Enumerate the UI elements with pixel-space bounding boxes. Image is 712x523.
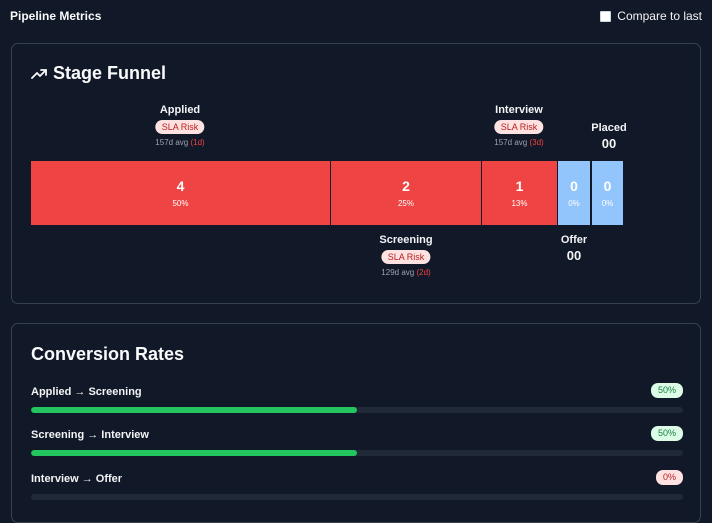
stage-label-interview: Interview SLA Risk 157d avg (3d): [494, 104, 543, 147]
funnel-segment-interview[interactable]: 1 13%: [482, 161, 557, 225]
page-title: Pipeline Metrics: [10, 9, 102, 23]
conversion-row: Applied → Screening 50%: [31, 383, 683, 413]
trending-up-icon: [31, 68, 47, 79]
conversion-rates-card: Conversion Rates Applied → Screening 50%…: [11, 323, 701, 523]
funnel-segment-offer[interactable]: 0 0%: [558, 161, 590, 225]
conversion-row: Screening → Interview 50%: [31, 426, 683, 456]
stage-label-placed: Placed 00: [591, 122, 626, 151]
conversion-progress-track: [31, 450, 683, 456]
stage-funnel-card: Stage Funnel Applied SLA Risk 157d avg (…: [11, 43, 701, 304]
avg-text: 157d avg: [155, 138, 189, 147]
segment-percent: 13%: [511, 199, 528, 208]
conversion-rates-title: Conversion Rates: [31, 344, 185, 364]
conversion-rate-badge: 50%: [650, 426, 683, 441]
stage-name: Applied: [159, 104, 201, 116]
conversion-label: Applied → Screening: [31, 386, 142, 398]
sla-risk-badge: SLA Risk: [155, 120, 205, 134]
segment-count: 0: [603, 178, 612, 194]
conversion-progress-track: [31, 407, 683, 413]
stage-funnel-title-text: Stage Funnel: [53, 63, 167, 83]
stage-name: Placed: [591, 122, 627, 134]
compare-label: Compare to last: [617, 9, 702, 23]
stage-name: Interview: [495, 104, 543, 116]
stage-name: Screening: [379, 234, 433, 246]
conversion-rate-badge: 50%: [650, 383, 683, 398]
funnel-segment-screening[interactable]: 2 25%: [331, 161, 481, 225]
segment-count: 0: [570, 178, 578, 194]
conversion-rate-badge: 0%: [655, 470, 683, 485]
late-text: (3d): [529, 138, 544, 147]
compare-checkbox[interactable]: [600, 10, 612, 22]
sla-risk-badge: SLA Risk: [494, 120, 544, 134]
conversion-row: Interview → Offer 0%: [31, 470, 683, 500]
segment-percent: 25%: [397, 199, 414, 208]
conversion-progress-fill: [31, 407, 357, 413]
stage-label-offer: Offer 00: [561, 234, 587, 263]
stage-label-screening: Screening SLA Risk 129d avg (2d): [379, 234, 432, 277]
segment-count: 1: [515, 178, 524, 194]
stage-name: Offer: [560, 234, 588, 246]
segment-count: 4: [176, 178, 185, 194]
avg-text: 129d avg: [381, 268, 415, 277]
conversion-label: Interview → Offer: [31, 473, 123, 485]
segment-percent: 50%: [172, 199, 189, 208]
late-text: (1d): [190, 138, 205, 147]
segment-count: 2: [402, 178, 410, 194]
compare-toggle[interactable]: Compare to last: [600, 9, 702, 23]
segment-percent: 0%: [601, 199, 614, 208]
conversion-progress-track: [31, 494, 683, 500]
conversion-label: Screening → Interview: [31, 429, 149, 441]
stage-count: 00: [601, 136, 617, 151]
stage-avg: 157d avg (1d): [155, 138, 204, 147]
conversion-progress-fill: [31, 450, 357, 456]
stage-avg: 129d avg (2d): [379, 268, 432, 277]
stage-count: 00: [566, 248, 582, 263]
stage-funnel-title: Stage Funnel: [31, 63, 166, 84]
funnel-segment-applied[interactable]: 4 50%: [31, 161, 330, 225]
segment-percent: 0%: [568, 199, 580, 208]
funnel-segment-placed[interactable]: 0 0%: [592, 161, 623, 225]
sla-risk-badge: SLA Risk: [381, 250, 431, 264]
avg-text: 157d avg: [494, 138, 528, 147]
late-text: (2d): [416, 268, 431, 277]
stage-label-applied: Applied SLA Risk 157d avg (1d): [155, 104, 204, 147]
stage-avg: 157d avg (3d): [494, 138, 543, 147]
